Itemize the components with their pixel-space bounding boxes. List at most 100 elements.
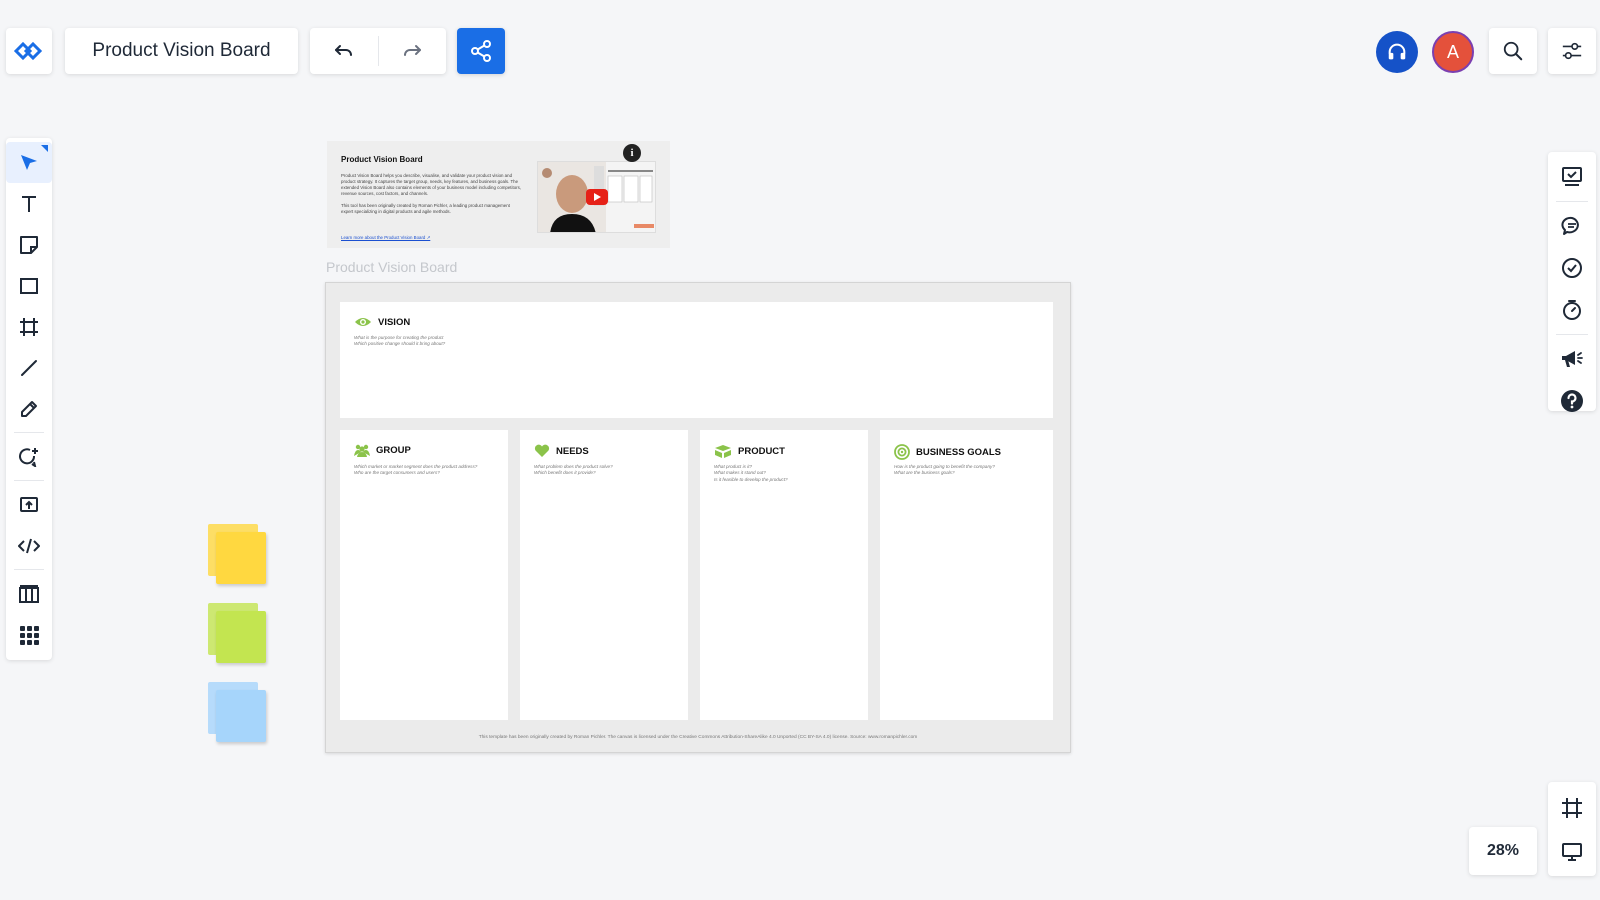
grid-apps-icon — [19, 625, 39, 645]
heart-icon — [534, 444, 550, 458]
code-icon — [18, 536, 40, 556]
group-icon — [354, 444, 370, 457]
vision-panel[interactable]: VISION What is the purpose for creating … — [340, 302, 1053, 418]
group-header: GROUP — [354, 444, 411, 457]
business-goals-panel[interactable]: BUSINESS GOALS How is the product going … — [880, 430, 1053, 720]
product-questions: What product is it? What makes it stand … — [714, 464, 788, 482]
comment-tool[interactable] — [6, 436, 52, 477]
product-panel[interactable]: PRODUCT What product is it? What makes i… — [700, 430, 868, 720]
business-goals-questions: How is the product going to benefit the … — [894, 464, 995, 476]
search-button[interactable] — [1489, 28, 1537, 74]
group-panel[interactable]: GROUP Which market or market segment doe… — [340, 430, 508, 720]
left-toolbar — [6, 138, 52, 660]
info-card-title: Product Vision Board — [341, 155, 423, 164]
needs-header: NEEDS — [534, 444, 589, 458]
product-title: PRODUCT — [738, 446, 785, 457]
sticky-note-tool[interactable] — [6, 224, 52, 265]
presentation-check-icon — [1561, 166, 1583, 188]
product-vision-board-frame[interactable]: VISION What is the purpose for creating … — [325, 282, 1071, 753]
table-tool[interactable] — [6, 573, 52, 614]
search-icon — [1502, 40, 1524, 62]
undo-button[interactable] — [310, 28, 378, 74]
frame-icon — [1561, 797, 1583, 819]
select-tool[interactable] — [6, 142, 52, 183]
sliders-icon — [1561, 41, 1583, 61]
history-controls — [310, 28, 446, 74]
needs-questions: What problem does the product solve? Whi… — [534, 464, 613, 476]
sticky-note-front — [216, 611, 266, 663]
frame-icon — [19, 317, 39, 337]
text-tool[interactable] — [6, 183, 52, 224]
group-title: GROUP — [376, 445, 411, 456]
settings-button[interactable] — [1548, 28, 1596, 74]
business-goals-header: BUSINESS GOALS — [894, 444, 1001, 460]
vision-header: VISION — [354, 316, 410, 328]
submenu-indicator — [41, 145, 48, 152]
timer-icon — [1561, 299, 1583, 321]
sticky-note-icon — [19, 235, 39, 255]
app-logo-button[interactable] — [6, 28, 52, 74]
target-icon — [894, 444, 910, 460]
sticky-note-front — [216, 532, 266, 584]
pen-tool[interactable] — [6, 388, 52, 429]
frame-tool[interactable] — [6, 306, 52, 347]
presentation-mode-button[interactable] — [1548, 830, 1596, 874]
announcement-button[interactable] — [1548, 338, 1596, 380]
line-icon — [19, 358, 39, 378]
megaphone-icon — [1560, 348, 1584, 370]
cursor-icon — [19, 153, 39, 173]
right-toolbar — [1548, 152, 1596, 412]
sticky-note-yellow[interactable] — [208, 524, 266, 584]
chat-icon — [1561, 215, 1583, 237]
monitor-icon — [1561, 841, 1583, 863]
toolbar-divider — [14, 432, 44, 433]
document-title[interactable]: Product Vision Board — [65, 28, 298, 74]
audio-call-button[interactable] — [1376, 31, 1418, 73]
tasks-button[interactable] — [1548, 247, 1596, 289]
frames-button[interactable] — [1548, 786, 1596, 830]
undo-icon — [334, 43, 354, 59]
embed-tool[interactable] — [6, 525, 52, 566]
frame-label[interactable]: Product Vision Board — [326, 259, 457, 275]
table-icon — [18, 584, 40, 604]
upload-icon — [19, 495, 39, 515]
app-logo-icon — [14, 40, 44, 62]
sticky-note-front — [216, 690, 266, 742]
share-icon — [469, 39, 493, 63]
help-button[interactable] — [1548, 380, 1596, 422]
toolbar-divider — [14, 480, 44, 481]
redo-icon — [402, 43, 422, 59]
rectangle-icon — [19, 276, 39, 296]
needs-panel[interactable]: NEEDS What problem does the product solv… — [520, 430, 688, 720]
check-circle-icon — [1561, 257, 1583, 279]
share-button[interactable] — [457, 28, 505, 74]
sticky-note-green[interactable] — [208, 603, 266, 663]
sticky-note-blue[interactable] — [208, 682, 266, 742]
product-header: PRODUCT — [714, 444, 785, 459]
line-tool[interactable] — [6, 347, 52, 388]
upload-tool[interactable] — [6, 484, 52, 525]
shape-tool[interactable] — [6, 265, 52, 306]
zoom-level[interactable]: 28% — [1469, 827, 1537, 875]
text-icon — [19, 194, 39, 214]
timer-button[interactable] — [1548, 289, 1596, 331]
business-goals-title: BUSINESS GOALS — [916, 446, 1001, 458]
presentation-button[interactable] — [1548, 156, 1596, 198]
info-card-description-text: Product Vision Board helps you describe,… — [341, 173, 522, 196]
video-thumbnail[interactable] — [537, 161, 656, 233]
redo-button[interactable] — [379, 28, 447, 74]
headset-icon — [1386, 41, 1408, 63]
toolbar-divider — [1556, 334, 1588, 335]
zoom-value: 28% — [1486, 842, 1520, 859]
template-info-card[interactable]: Product Vision Board Product Vision Boar… — [327, 141, 670, 248]
eye-icon — [354, 316, 372, 328]
vision-title: VISION — [378, 316, 411, 328]
user-avatar[interactable]: A — [1432, 31, 1474, 73]
learn-more-link[interactable]: Learn more about the Product Vision Boar… — [341, 235, 430, 241]
info-badge[interactable]: i — [623, 144, 641, 162]
group-questions: Which market or market segment does the … — [354, 464, 478, 476]
chat-button[interactable] — [1548, 205, 1596, 247]
apps-tool[interactable] — [6, 614, 52, 655]
play-icon — [586, 189, 608, 205]
frame-footer: This template has been originally create… — [478, 735, 918, 740]
